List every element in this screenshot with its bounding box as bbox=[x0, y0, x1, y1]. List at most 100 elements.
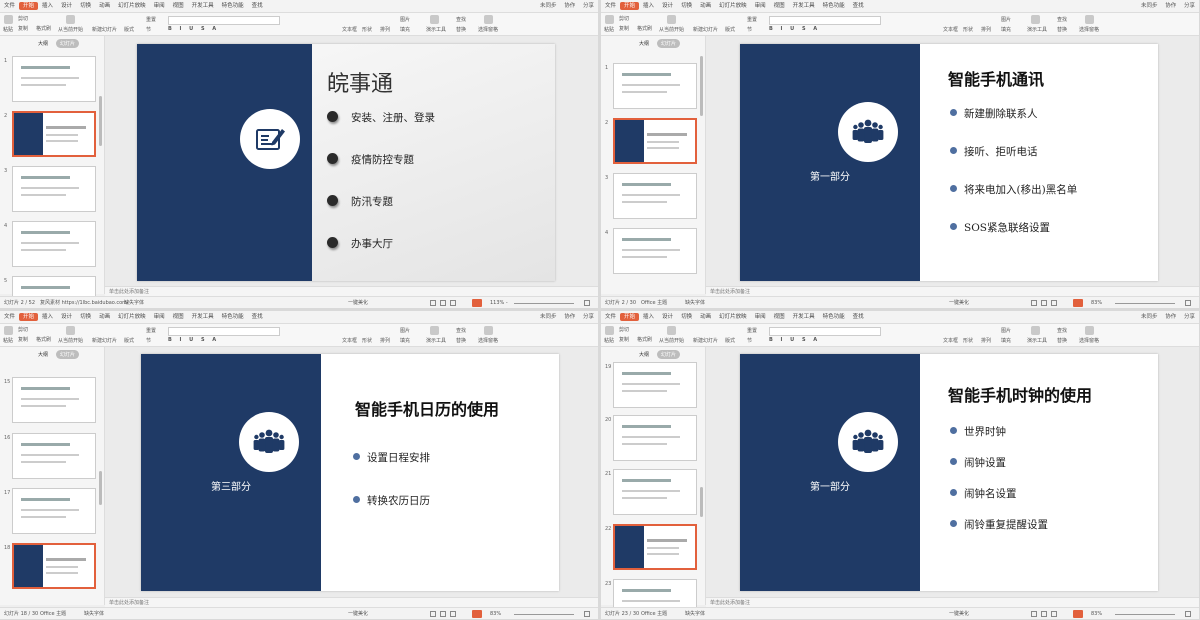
format-painter-button[interactable]: 格式刷 bbox=[637, 25, 652, 32]
picture-button[interactable]: 图片 bbox=[400, 327, 410, 334]
reset-button[interactable]: 重置 bbox=[747, 327, 757, 334]
picture-button[interactable]: 图片 bbox=[400, 16, 410, 23]
select-pane-button[interactable]: 选择窗格 bbox=[478, 26, 498, 33]
fit-window-icon[interactable] bbox=[584, 300, 590, 306]
panel-scrollbar[interactable] bbox=[99, 96, 102, 146]
menu-view[interactable]: 视图 bbox=[770, 311, 789, 323]
menu-view[interactable]: 视图 bbox=[770, 0, 789, 12]
textbox-button[interactable]: 文本框 bbox=[342, 337, 357, 344]
menu-start[interactable]: 开始 bbox=[19, 313, 39, 321]
menu-animation[interactable]: 动画 bbox=[696, 0, 715, 12]
menu-review[interactable]: 审阅 bbox=[150, 311, 169, 323]
shape-button[interactable]: 形状 bbox=[362, 337, 372, 344]
sorter-view-icon[interactable] bbox=[440, 611, 446, 617]
play-from-current-icon[interactable] bbox=[667, 15, 676, 24]
font-style-buttons[interactable]: B I U S A bbox=[769, 26, 820, 32]
cut-button[interactable]: 剪切 bbox=[619, 15, 629, 22]
arrange-button[interactable]: 排列 bbox=[981, 26, 991, 33]
menu-insert[interactable]: 插入 bbox=[38, 0, 57, 12]
thumbnail-slide[interactable] bbox=[12, 56, 96, 102]
zoom-level[interactable]: 83% bbox=[1091, 297, 1102, 308]
menu-design[interactable]: 设计 bbox=[57, 311, 76, 323]
fill-button[interactable]: 填充 bbox=[400, 26, 410, 33]
format-painter-button[interactable]: 格式刷 bbox=[36, 336, 51, 343]
thumbnail-slide[interactable] bbox=[12, 488, 96, 534]
layout-button[interactable]: 版式 bbox=[725, 337, 735, 344]
menu-slideshow[interactable]: 幻灯片放映 bbox=[715, 0, 751, 12]
section-button[interactable]: 节 bbox=[146, 337, 151, 344]
thumbnail-slide[interactable] bbox=[12, 221, 96, 267]
presenter-tools-button[interactable]: 演示工具 bbox=[1027, 337, 1047, 344]
thumbnail-selected[interactable] bbox=[12, 543, 96, 589]
share-button[interactable]: 分享 bbox=[583, 3, 594, 9]
section-button[interactable]: 节 bbox=[146, 26, 151, 33]
presenter-tools-button[interactable]: 演示工具 bbox=[426, 26, 446, 33]
cut-button[interactable]: 剪切 bbox=[619, 326, 629, 333]
menu-developer[interactable]: 开发工具 bbox=[188, 0, 218, 12]
thumbnail-slide[interactable] bbox=[613, 362, 697, 408]
menu-file[interactable]: 文件 bbox=[601, 0, 620, 12]
new-slide-button[interactable]: 新建幻灯片 bbox=[92, 26, 117, 33]
normal-view-icon[interactable] bbox=[1031, 300, 1037, 306]
paste-icon[interactable] bbox=[605, 15, 614, 24]
beautify-button[interactable]: 一键美化 bbox=[348, 608, 368, 619]
missing-font-indicator[interactable]: 缺失字体 bbox=[685, 608, 705, 619]
collaborate-button[interactable]: 协作 bbox=[564, 3, 575, 9]
from-current-button[interactable]: 从当前开始 bbox=[58, 337, 83, 344]
play-slideshow-button[interactable] bbox=[472, 299, 482, 307]
menu-developer[interactable]: 开发工具 bbox=[789, 311, 819, 323]
layout-button[interactable]: 版式 bbox=[124, 26, 134, 33]
menu-transition[interactable]: 切换 bbox=[677, 311, 696, 323]
menu-slideshow[interactable]: 幻灯片放映 bbox=[114, 311, 150, 323]
shape-button[interactable]: 形状 bbox=[963, 26, 973, 33]
new-slide-button[interactable]: 新建幻灯片 bbox=[92, 337, 117, 344]
presenter-icon[interactable] bbox=[1031, 326, 1040, 335]
menu-special[interactable]: 特色功能 bbox=[819, 311, 849, 323]
arrange-button[interactable]: 排列 bbox=[380, 26, 390, 33]
menu-special[interactable]: 特色功能 bbox=[218, 311, 248, 323]
select-pane-icon[interactable] bbox=[1085, 326, 1094, 335]
play-from-current-icon[interactable] bbox=[66, 15, 75, 24]
thumbnail-slide[interactable] bbox=[613, 415, 697, 461]
menu-insert[interactable]: 插入 bbox=[38, 311, 57, 323]
menu-start[interactable]: 开始 bbox=[19, 2, 39, 10]
cut-button[interactable]: 剪切 bbox=[18, 15, 28, 22]
collaborate-button[interactable]: 协作 bbox=[564, 314, 575, 320]
sync-status[interactable]: 未同步 bbox=[1141, 314, 1158, 320]
menu-view[interactable]: 视图 bbox=[169, 311, 188, 323]
textbox-button[interactable]: 文本框 bbox=[943, 26, 958, 33]
presenter-tools-button[interactable]: 演示工具 bbox=[1027, 26, 1047, 33]
section-button[interactable]: 节 bbox=[747, 26, 752, 33]
zoom-slider[interactable] bbox=[514, 303, 574, 304]
sorter-view-icon[interactable] bbox=[1041, 300, 1047, 306]
menu-insert[interactable]: 插入 bbox=[639, 311, 658, 323]
thumbnail-selected[interactable] bbox=[613, 524, 697, 570]
font-style-buttons[interactable]: B I U S A bbox=[168, 337, 219, 343]
paste-icon[interactable] bbox=[4, 15, 13, 24]
current-slide[interactable]: 第三部分 智能手机日历的使用 设置日程安排 转换农历日历 bbox=[141, 354, 559, 591]
play-from-current-icon[interactable] bbox=[66, 326, 75, 335]
panel-scrollbar[interactable] bbox=[700, 487, 703, 517]
menu-start[interactable]: 开始 bbox=[620, 313, 640, 321]
beautify-button[interactable]: 一键美化 bbox=[949, 608, 969, 619]
menu-slideshow[interactable]: 幻灯片放映 bbox=[114, 0, 150, 12]
cut-button[interactable]: 剪切 bbox=[18, 326, 28, 333]
tab-slides[interactable]: 幻灯片 bbox=[657, 350, 681, 359]
font-select[interactable] bbox=[168, 16, 280, 25]
zoom-level[interactable]: 83% bbox=[490, 608, 501, 619]
zoom-level[interactable]: 83% bbox=[1091, 608, 1102, 619]
textbox-button[interactable]: 文本框 bbox=[342, 26, 357, 33]
zoom-slider[interactable] bbox=[1115, 303, 1175, 304]
from-current-button[interactable]: 从当前开始 bbox=[659, 26, 684, 33]
menu-start[interactable]: 开始 bbox=[620, 2, 640, 10]
menu-animation[interactable]: 动画 bbox=[95, 311, 114, 323]
menu-search[interactable]: 查找 bbox=[849, 311, 868, 323]
menu-file[interactable]: 文件 bbox=[0, 311, 19, 323]
format-painter-button[interactable]: 格式刷 bbox=[637, 336, 652, 343]
tab-slides[interactable]: 幻灯片 bbox=[56, 350, 80, 359]
shape-button[interactable]: 形状 bbox=[362, 26, 372, 33]
thumbnail-slide[interactable] bbox=[12, 377, 96, 423]
fill-button[interactable]: 填充 bbox=[1001, 26, 1011, 33]
current-slide[interactable]: 第一部分 智能手机时钟的使用 世界时钟 闹钟设置 闹钟名设置 闹铃重复提醒设置 bbox=[740, 354, 1158, 591]
zoom-slider[interactable] bbox=[1115, 614, 1175, 615]
